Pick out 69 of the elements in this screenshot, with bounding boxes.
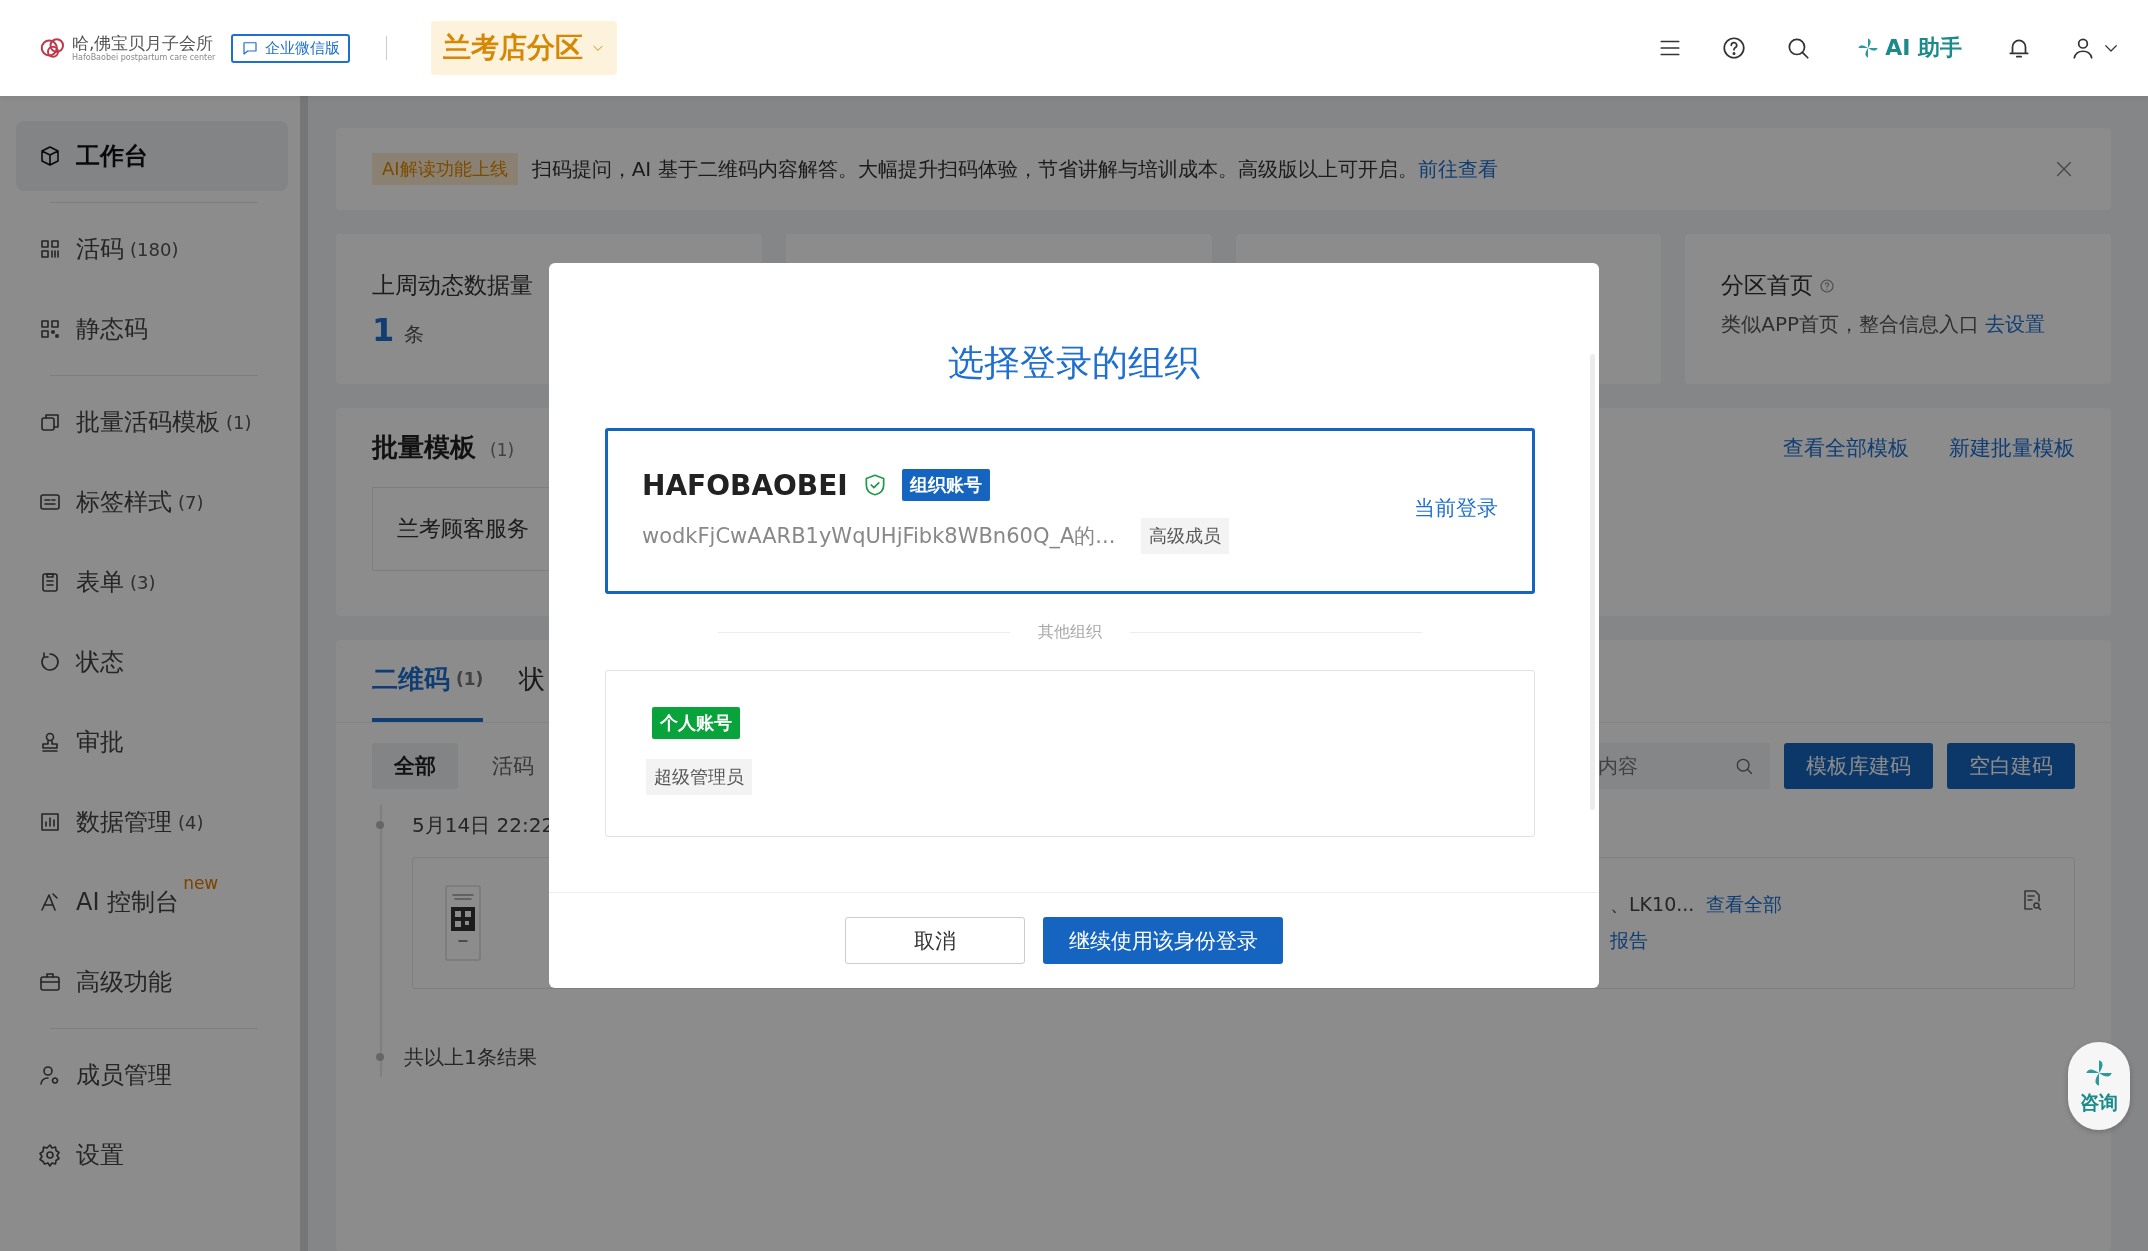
consult-button[interactable]: 咨询 xyxy=(2068,1042,2130,1130)
dialog-title: 选择登录的组织 xyxy=(947,341,1201,385)
sidebar-item[interactable]: 静态码 xyxy=(16,294,288,364)
section-title: 批量模板 xyxy=(372,431,476,464)
result-count: 共以上1条结果 xyxy=(404,1043,537,1071)
sidebar-item[interactable]: AI 控制台 new xyxy=(16,867,288,937)
organization-name: HAFOBAOBEI xyxy=(642,468,848,502)
sidebar-item[interactable]: 数据管理 (4) xyxy=(16,787,288,857)
stat-title: 上周动态数据量 xyxy=(372,271,534,300)
organization-id: wodkFjCwAARB1yWqUHjFibk8WBn60Q_A的... xyxy=(642,522,1116,550)
view-link[interactable]: 前往查看 xyxy=(1417,155,1498,183)
cube-icon xyxy=(38,144,62,168)
record-summary: 、LK10... xyxy=(1610,892,1695,917)
create-button[interactable]: 空白建码 xyxy=(1947,743,2075,789)
settings-link[interactable]: 去设置 xyxy=(1985,311,2046,338)
chat-icon xyxy=(241,39,260,57)
sidebar-item[interactable]: 成员管理 xyxy=(16,1040,288,1110)
section-count: (1) xyxy=(490,440,515,460)
account-type-badge: 个人账号 xyxy=(652,707,740,739)
template-link[interactable]: 查看全部模板 xyxy=(1783,433,1909,462)
current-login-label: 当前登录 xyxy=(1414,495,1498,522)
bar-chart-icon xyxy=(38,810,62,834)
sidebar-item[interactable]: 设置 xyxy=(16,1120,288,1190)
sidebar-item[interactable]: 高级功能 xyxy=(16,947,288,1017)
stat-description: 类似APP首页，整合信息入口 xyxy=(1721,311,1980,338)
sidebar-item[interactable]: 状态 xyxy=(16,627,288,697)
qr-code-icon xyxy=(38,317,62,341)
sidebar-item[interactable]: 活码 (180) xyxy=(16,214,288,284)
logo-subtitle: HafoBaobei postpartum care center xyxy=(72,53,216,62)
divider-label: 其他组织 xyxy=(1038,621,1102,643)
refresh-icon xyxy=(38,650,62,674)
gear-icon xyxy=(38,1143,62,1167)
notice-text: 扫码提问，AI 基于二维码内容解答。大幅提升扫码体验，节省讲解与培训成本。高级版以上可开启。 xyxy=(531,155,1418,183)
help-icon[interactable] xyxy=(1721,35,1748,61)
help-icon xyxy=(1819,277,1836,294)
role-tag: 超级管理员 xyxy=(646,759,752,795)
filter-tab[interactable]: 全部 xyxy=(372,743,458,789)
report-link[interactable]: 报告 xyxy=(1610,928,1648,954)
edition-badge: 企业微信版 xyxy=(231,33,351,63)
view-all-link[interactable]: 查看全部 xyxy=(1706,892,1783,918)
timeline-dot xyxy=(376,821,384,829)
account-type-badge: 组织账号 xyxy=(901,469,990,501)
create-button[interactable]: 模板库建码 xyxy=(1784,743,1933,789)
search-icon xyxy=(1734,756,1754,776)
stat-unit: 条 xyxy=(404,321,425,348)
tab[interactable]: 二维码 (1) xyxy=(372,640,484,722)
cancel-button[interactable]: 取消 xyxy=(845,917,1025,964)
sidebar-item[interactable]: 标签样式 (7) xyxy=(16,467,288,537)
grid-icon xyxy=(38,237,62,261)
confirm-button[interactable]: 继续使用该身份登录 xyxy=(1043,917,1283,964)
sidebar-item[interactable]: 工作台 xyxy=(16,121,288,191)
stat-title: 分区首页 xyxy=(1721,271,1814,300)
scrollbar[interactable] xyxy=(300,96,308,1251)
role-tag: 高级成员 xyxy=(1141,517,1230,554)
notice-tag: AI解读功能上线 xyxy=(372,153,518,185)
qr-thumbnail-icon xyxy=(445,885,481,961)
branch-dropdown[interactable]: 兰考店分区 xyxy=(431,21,618,75)
tab[interactable]: 状 xyxy=(519,640,546,722)
stat-value: 1 xyxy=(372,311,395,349)
timeline-dot xyxy=(376,1053,384,1061)
organization-card[interactable]: HAFOBAOBEI 组织账号 wodkFjCwAARB1yWqUHjFibk8WBn60Q_A的... 高级成员 当前登录 xyxy=(605,428,1535,594)
logo-text: 哈,佛宝贝月子会所 xyxy=(72,34,215,52)
briefcase-icon xyxy=(38,970,62,994)
sidebar-item[interactable]: 表单 (3) xyxy=(16,547,288,617)
ai-assistant-button[interactable]: AI 助手 xyxy=(1849,32,1968,64)
template-link[interactable]: 新建批量模板 xyxy=(1949,433,2075,462)
organization-card[interactable]: 个人账号 超级管理员 xyxy=(605,670,1535,837)
sidebar-item[interactable]: 批量活码模板 (1) xyxy=(16,387,288,457)
sidebar-item[interactable]: 审批 xyxy=(16,707,288,777)
